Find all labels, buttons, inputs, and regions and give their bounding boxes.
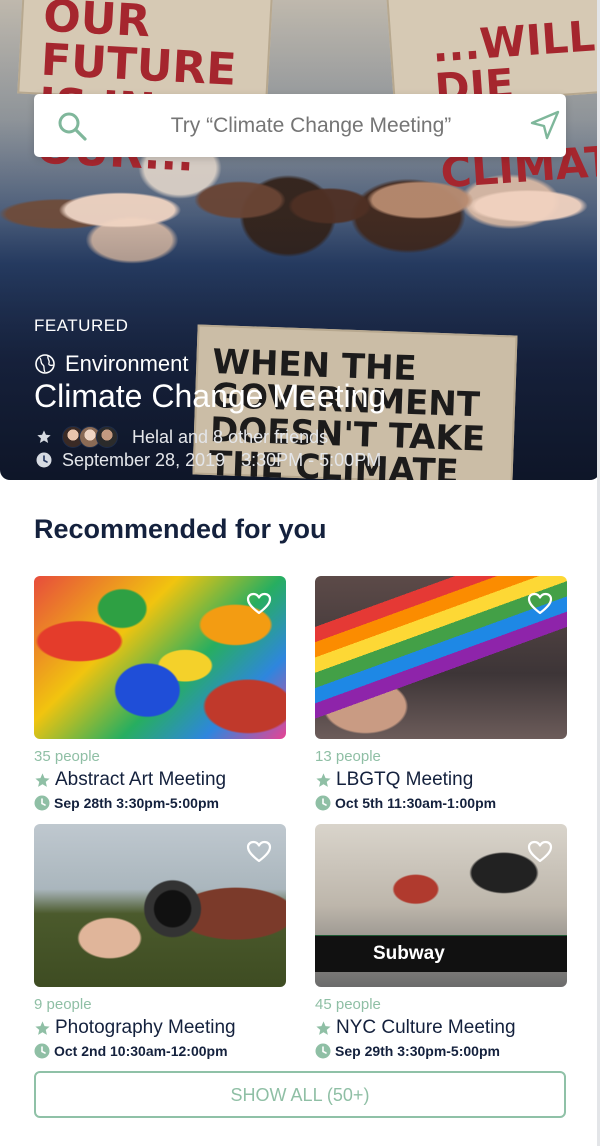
event-time: 3:30PM - 5:00PM	[241, 449, 382, 470]
event-thumbnail[interactable]	[315, 576, 567, 739]
star-icon	[35, 772, 50, 787]
friends-text: Helal and 8 other friends	[132, 426, 329, 447]
event-date: Oct 2nd 10:30am-12:00pm	[54, 1043, 228, 1059]
search-input[interactable]	[118, 94, 504, 157]
event-card[interactable]: 13 people LBGTQ Meeting Oct 5th 11:30am-…	[315, 576, 567, 813]
event-title[interactable]: NYC Culture Meeting	[336, 1017, 516, 1039]
friend-avatars	[62, 426, 118, 448]
event-thumbnail[interactable]	[34, 824, 286, 987]
card-title-row: NYC Culture Meeting	[315, 1016, 567, 1040]
event-card[interactable]: 35 people Abstract Art Meeting Sep 28th …	[34, 576, 286, 813]
card-date-row: Sep 28th 3:30pm-5:00pm	[34, 793, 286, 813]
event-datetime: September 28, 2019 3:30PM - 5:00PM	[36, 449, 381, 471]
card-title-row: LBGTQ Meeting	[315, 768, 567, 792]
star-icon	[316, 772, 331, 787]
friends-attending: Helal and 8 other friends	[36, 425, 328, 449]
event-date: Sep 29th 3:30pm-5:00pm	[335, 1043, 500, 1059]
card-date-row: Oct 5th 11:30am-1:00pm	[315, 793, 567, 813]
category-label: Environment	[65, 351, 189, 376]
event-category: Environment	[34, 350, 189, 378]
event-title[interactable]: Abstract Art Meeting	[55, 769, 226, 791]
clock-icon	[34, 795, 50, 811]
card-date-row: Sep 29th 3:30pm-5:00pm	[315, 1041, 567, 1061]
event-title[interactable]: Photography Meeting	[55, 1017, 236, 1039]
featured-hero[interactable]: OUR FUTURE IS IN OUR... ...WILL DIE OF C…	[0, 0, 600, 480]
clock-icon	[315, 1043, 331, 1059]
star-icon	[37, 430, 51, 443]
heart-icon[interactable]	[246, 840, 272, 864]
protest-sign-right: ...WILL DIE OF CLIMATE	[386, 0, 600, 197]
event-date: Sep 28th 3:30pm-5:00pm	[54, 795, 219, 811]
heart-icon[interactable]	[246, 592, 272, 616]
event-thumbnail[interactable]	[34, 576, 286, 739]
heart-icon[interactable]	[527, 592, 553, 616]
card-date-row: Oct 2nd 10:30am-12:00pm	[34, 1041, 286, 1061]
event-card[interactable]: Subway 45 people NYC Culture Meeting Sep…	[315, 824, 567, 1061]
show-all-button[interactable]: SHOW ALL (50+)	[34, 1071, 566, 1118]
clock-icon	[34, 1043, 50, 1059]
protest-sign-left: OUR FUTURE IS IN OUR...	[17, 0, 273, 182]
heart-icon[interactable]	[527, 840, 553, 864]
event-card[interactable]: 9 people Photography Meeting Oct 2nd 10:…	[34, 824, 286, 1061]
featured-label: FEATURED	[34, 316, 129, 335]
globe-icon	[35, 354, 55, 374]
event-date: September 28, 2019	[62, 449, 226, 470]
search-bar[interactable]	[34, 94, 566, 157]
subway-sign-text: Subway	[373, 943, 445, 964]
search-icon[interactable]	[56, 110, 88, 142]
star-icon	[35, 1020, 50, 1035]
section-title: Recommended for you	[34, 514, 327, 544]
featured-event-title[interactable]: Climate Change Meeting	[34, 378, 386, 415]
event-date: Oct 5th 11:30am-1:00pm	[335, 795, 497, 811]
attendee-count: 9 people	[34, 996, 92, 1013]
attendee-count: 45 people	[315, 996, 381, 1013]
event-title[interactable]: LBGTQ Meeting	[336, 769, 473, 791]
avatar	[96, 426, 118, 448]
star-icon	[316, 1020, 331, 1035]
clock-icon	[315, 795, 331, 811]
card-title-row: Abstract Art Meeting	[34, 768, 286, 792]
location-arrow-icon[interactable]	[528, 108, 562, 142]
attendee-count: 35 people	[34, 748, 100, 765]
event-thumbnail[interactable]: Subway	[315, 824, 567, 987]
card-title-row: Photography Meeting	[34, 1016, 286, 1040]
attendee-count: 13 people	[315, 748, 381, 765]
clock-icon	[36, 452, 52, 468]
